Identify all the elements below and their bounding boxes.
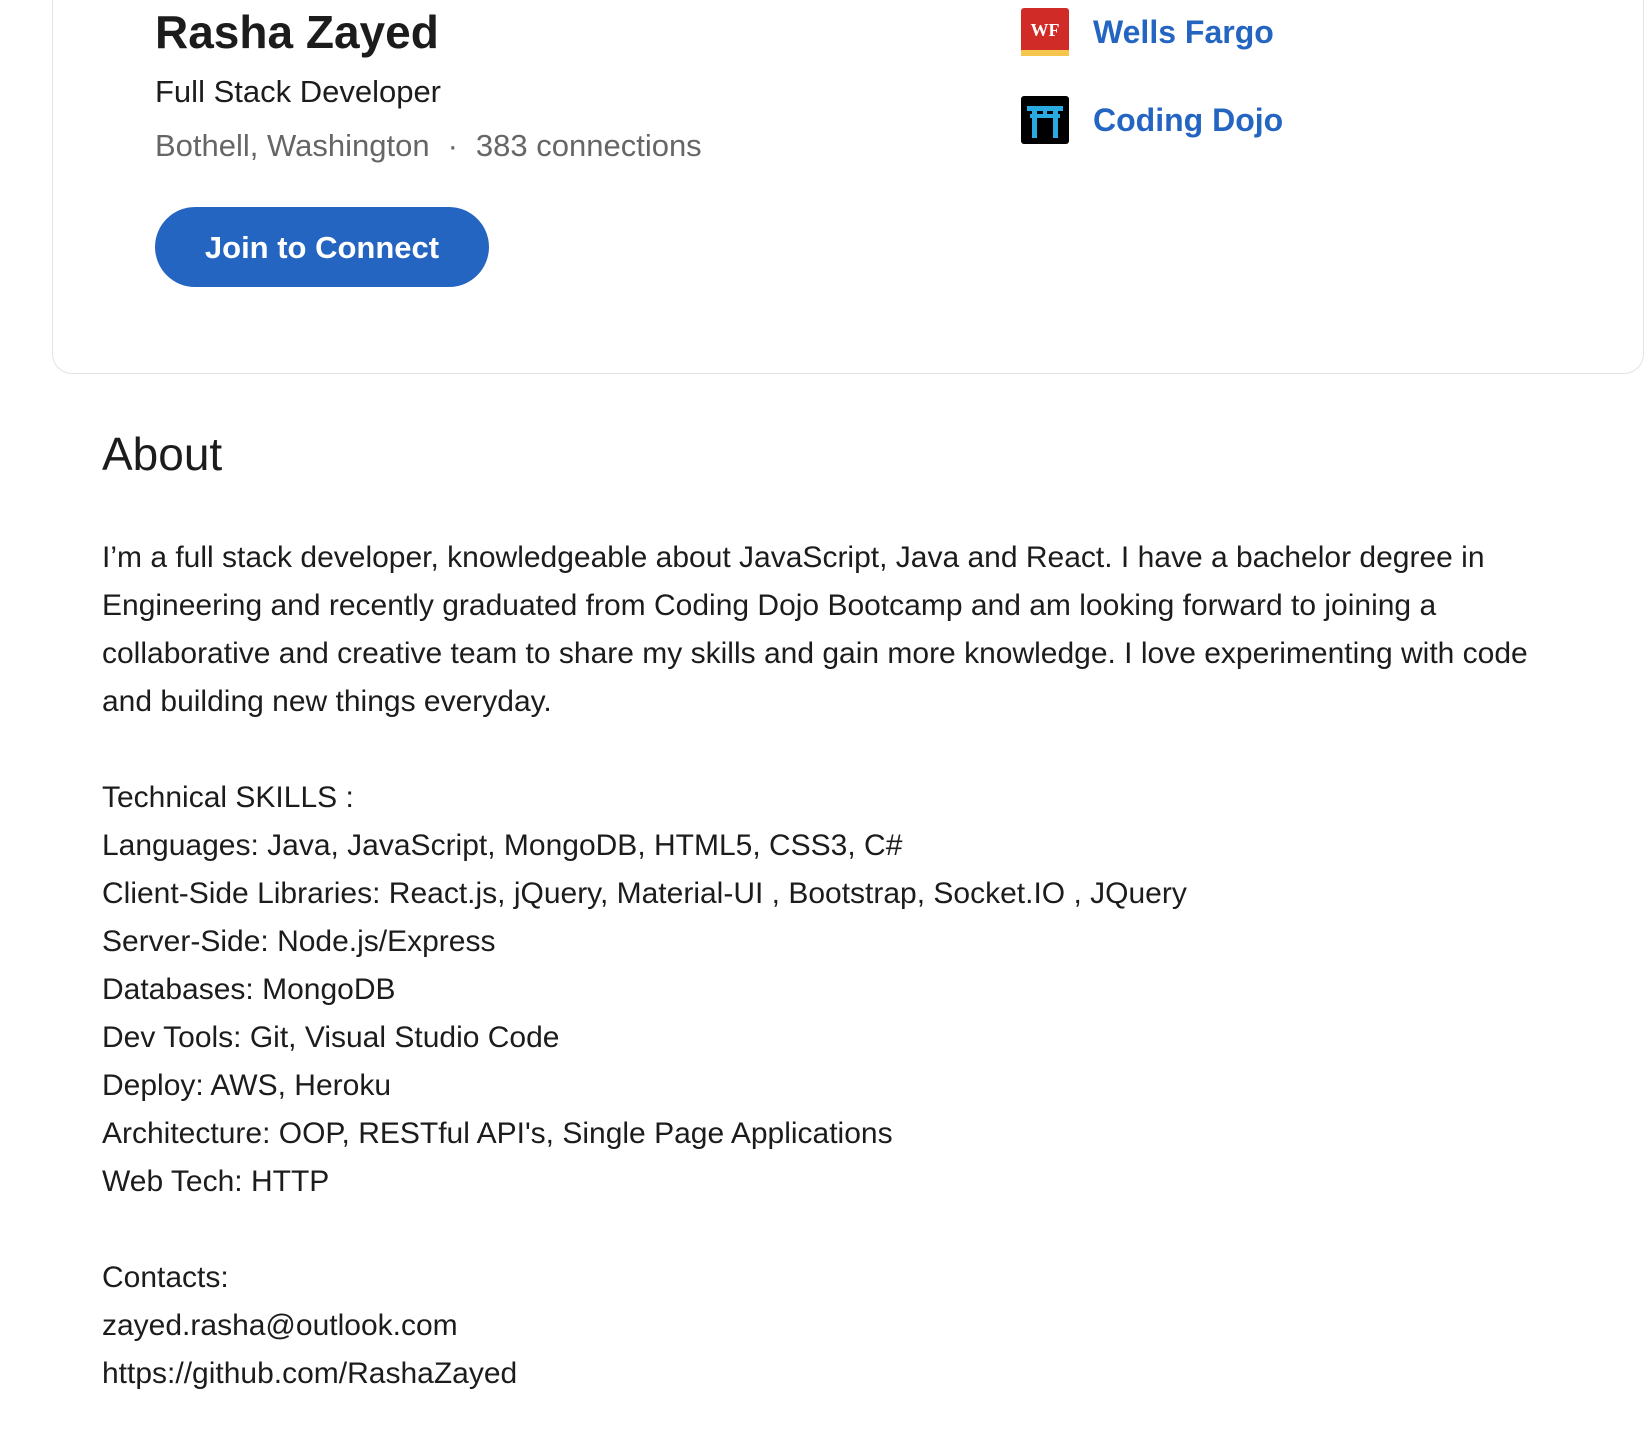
about-text: I’m a full stack developer, knowledgeabl… <box>102 541 1528 1390</box>
profile-card: Rasha Zayed Full Stack Developer Bothell… <box>52 0 1644 374</box>
company-wells-fargo[interactable]: WF Wells Fargo <box>1021 8 1274 56</box>
company-name[interactable]: Coding Dojo <box>1093 96 1283 144</box>
join-to-connect-button[interactable]: Join to Connect <box>155 207 489 287</box>
profile-name: Rasha Zayed <box>155 6 439 58</box>
company-name[interactable]: Wells Fargo <box>1093 8 1274 56</box>
separator-dot: · <box>447 128 458 163</box>
profile-meta: Bothell, Washington · 383 connections <box>155 126 702 166</box>
company-coding-dojo[interactable]: Coding Dojo <box>1021 96 1283 144</box>
wells-fargo-logo-icon: WF <box>1021 8 1069 56</box>
profile-connections: 383 connections <box>475 128 702 163</box>
profile-headline: Full Stack Developer <box>155 74 442 109</box>
profile-location: Bothell, Washington <box>155 128 430 163</box>
about-title: About <box>102 428 223 480</box>
coding-dojo-logo-icon <box>1021 96 1069 144</box>
wells-fargo-logo-text: WF <box>1031 20 1060 40</box>
